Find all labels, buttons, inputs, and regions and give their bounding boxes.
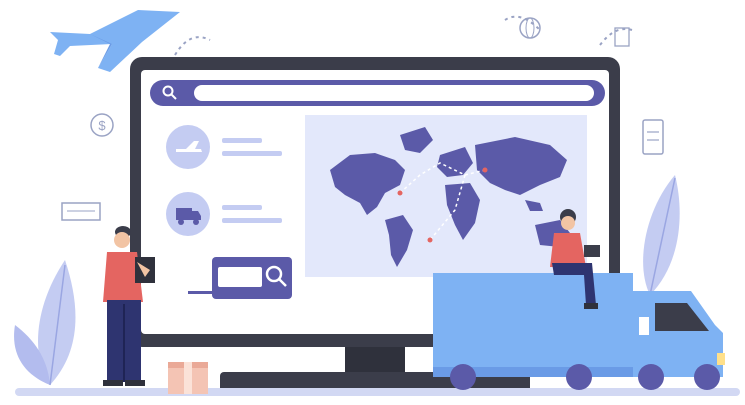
cardboard-box bbox=[168, 362, 208, 394]
shipping-option-ground[interactable] bbox=[166, 192, 296, 237]
dotted-trail bbox=[174, 36, 211, 56]
wheel bbox=[450, 364, 476, 390]
search-icon bbox=[162, 85, 178, 101]
option-line bbox=[222, 218, 282, 223]
route-point bbox=[482, 167, 488, 173]
route-point bbox=[427, 237, 433, 243]
dollar-icon: $ bbox=[90, 113, 114, 137]
search-button-field bbox=[218, 267, 262, 287]
option-line bbox=[222, 151, 282, 156]
option-line bbox=[222, 138, 262, 143]
search-input[interactable] bbox=[194, 85, 594, 101]
airplane-icon bbox=[166, 125, 210, 169]
search-button-underline bbox=[188, 291, 248, 294]
svg-text:$: $ bbox=[98, 118, 106, 133]
person-sitting-on-truck bbox=[550, 209, 600, 309]
magnifier-icon bbox=[264, 264, 290, 290]
clipboard-icon bbox=[642, 119, 664, 155]
cash-icon bbox=[61, 202, 101, 221]
route-point bbox=[397, 190, 403, 196]
truck-icon bbox=[166, 192, 210, 236]
wheel bbox=[694, 364, 720, 390]
monitor-stand-neck bbox=[345, 347, 405, 375]
wheel bbox=[566, 364, 592, 390]
dotted-trail bbox=[599, 28, 633, 46]
wheel bbox=[638, 364, 664, 390]
person-with-tablet bbox=[103, 226, 155, 386]
option-line bbox=[222, 205, 262, 210]
shipping-option-air[interactable] bbox=[166, 125, 296, 170]
search-bar[interactable] bbox=[150, 80, 605, 106]
